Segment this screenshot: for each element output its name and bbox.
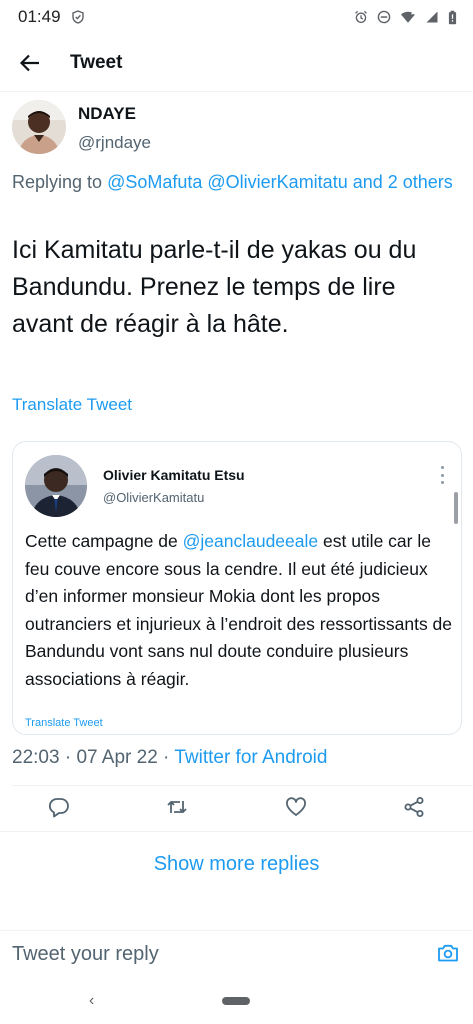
replying-mentions-link[interactable]: @SoMafuta @OlivierKamitatu and 2 others <box>107 172 453 192</box>
quoted-text-before: Cette campagne de <box>25 531 183 551</box>
status-bar: 01:49 <box>0 0 473 34</box>
tweet-author: NDAYE @rjndaye <box>12 100 462 156</box>
cellular-signal-icon <box>426 11 438 23</box>
reply-input[interactable] <box>12 939 412 969</box>
tweet-actions <box>0 786 473 830</box>
translate-tweet-link[interactable]: Translate Tweet <box>12 395 132 415</box>
status-time: 01:49 <box>18 7 61 26</box>
page-title: Tweet <box>70 51 123 73</box>
tweet-meta: 22:03 · 07 Apr 22 · Twitter for Android <box>12 747 327 769</box>
arrow-left-icon <box>19 54 39 71</box>
meta-separator: · <box>59 747 77 768</box>
status-right <box>354 10 457 25</box>
nav-home-pill[interactable] <box>222 997 250 1005</box>
scrollbar[interactable] <box>454 492 458 524</box>
quoted-text-after: est utile car le feu couve encore sous l… <box>25 531 453 689</box>
author-display-name[interactable]: NDAYE <box>78 103 151 125</box>
retweet-icon[interactable] <box>166 796 188 818</box>
avatar[interactable] <box>12 100 66 154</box>
system-nav-bar: ‹ <box>0 982 473 1024</box>
do-not-disturb-icon <box>377 10 391 24</box>
reply-bar <box>0 930 473 978</box>
share-icon[interactable] <box>403 796 425 818</box>
quoted-tweet-text: Cette campagne de @jeanclaudeeale est ut… <box>25 528 453 693</box>
back-button[interactable] <box>2 34 58 92</box>
status-left: 01:49 <box>18 7 85 27</box>
replying-prefix: Replying to <box>12 172 103 192</box>
quoted-display-name[interactable]: Olivier Kamitatu Etsu <box>103 467 245 483</box>
replying-to: Replying to @SoMafuta @OlivierKamitatu a… <box>12 168 460 196</box>
tweet-text: Ici Kamitatu parle-t-il de yakas ou du B… <box>12 236 417 338</box>
app-bar: Tweet <box>0 34 473 92</box>
meta-separator: · <box>157 747 175 768</box>
show-more-replies-button[interactable]: Show more replies <box>0 853 473 876</box>
more-options-icon[interactable] <box>439 466 445 484</box>
quoted-handle[interactable]: @OlivierKamitatu <box>103 490 204 505</box>
camera-icon[interactable] <box>437 942 459 964</box>
reply-icon[interactable] <box>48 796 70 818</box>
tweet-time: 22:03 <box>12 747 60 768</box>
divider <box>0 831 473 832</box>
author-names: NDAYE @rjndaye <box>78 100 151 156</box>
quoted-avatar[interactable] <box>25 455 87 517</box>
alarm-icon <box>355 10 367 24</box>
avatar-photo <box>12 100 66 154</box>
main-tweet: NDAYE @rjndaye <box>12 100 462 156</box>
author-handle[interactable]: @rjndaye <box>78 130 151 156</box>
like-icon[interactable] <box>285 796 307 818</box>
nav-back-button[interactable]: ‹ <box>89 992 94 1010</box>
quoted-mention-link[interactable]: @jeanclaudeeale <box>183 531 319 551</box>
tweet-date: 07 Apr 22 <box>76 747 158 768</box>
quoted-avatar-photo <box>25 455 87 517</box>
tweet-source-link[interactable]: Twitter for Android <box>174 747 327 768</box>
battery-icon <box>448 10 457 24</box>
quoted-tweet[interactable]: Olivier Kamitatu Etsu @OlivierKamitatu C… <box>12 441 462 735</box>
quoted-translate-link[interactable]: Translate Tweet <box>25 717 103 729</box>
wifi-icon <box>401 10 415 23</box>
shield-icon <box>71 10 84 24</box>
